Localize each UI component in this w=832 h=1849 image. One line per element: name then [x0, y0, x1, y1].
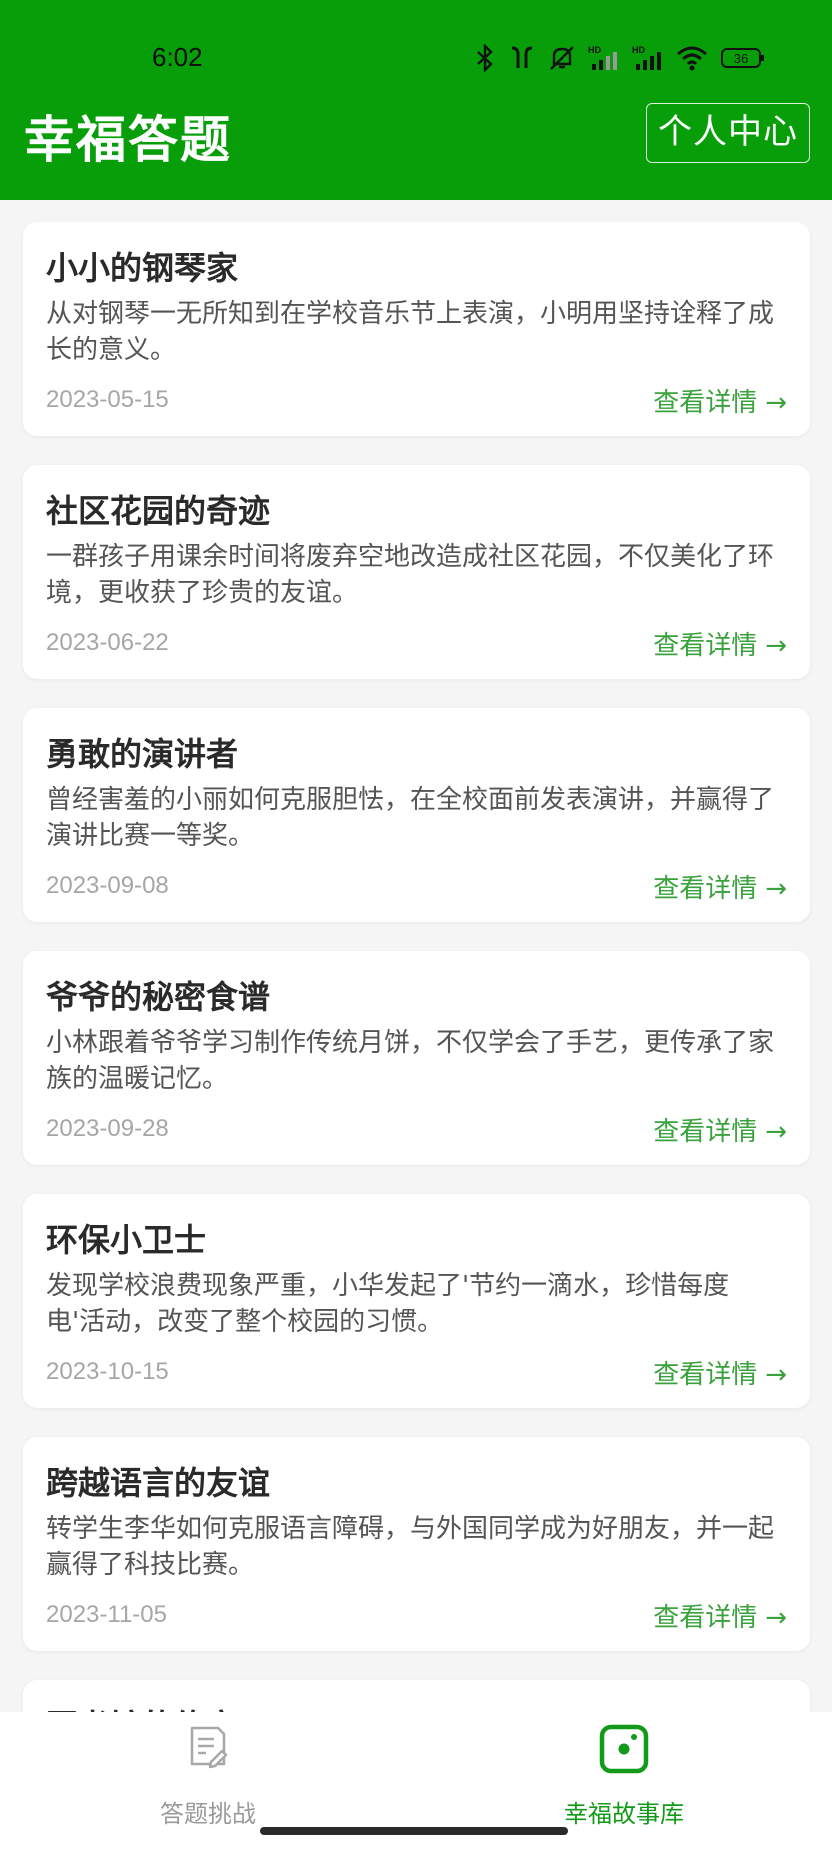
page-title: 幸福答题 [24, 111, 232, 169]
app-header: 6:02 HD HD 36 幸福答题 个人中心 [0, 0, 832, 200]
arrow-right-icon: → [765, 631, 787, 661]
view-details-label: 查看详情 [653, 1117, 758, 1147]
view-details-link[interactable]: 查看详情 → [653, 868, 787, 905]
view-details-label: 查看详情 [653, 874, 758, 904]
story-date: 2023-09-08 [46, 872, 169, 899]
tab-label: 幸福故事库 [564, 1800, 684, 1828]
bluetooth-icon [474, 44, 496, 72]
home-indicator[interactable] [260, 1827, 568, 1835]
story-card[interactable]: 环保小卫士 发现学校浪费现象严重，小华发起了'节约一滴水，珍惜每度电'活动，改变… [23, 1194, 810, 1408]
story-card[interactable]: 社区花园的奇迹 一群孩子用课余时间将废弃空地改造成社区花园，不仅美化了环境，更收… [23, 465, 810, 679]
story-summary: 从对钢琴一无所知到在学校音乐节上表演，小明用坚持诠释了成长的意义。 [46, 299, 775, 365]
signal-hd-icon: HD [632, 44, 664, 72]
earbuds-icon [508, 44, 536, 72]
view-details-label: 查看详情 [653, 631, 758, 661]
view-details-label: 查看详情 [653, 1360, 758, 1390]
view-details-link[interactable]: 查看详情 → [653, 1111, 787, 1148]
battery-icon: 36 [720, 44, 766, 72]
arrow-right-icon: → [765, 388, 787, 418]
view-details-label: 查看详情 [653, 388, 758, 418]
story-list[interactable]: 小小的钢琴家 从对钢琴一无所知到在学校音乐节上表演，小明用坚持诠释了成长的意义。… [0, 200, 832, 1712]
view-details-link[interactable]: 查看详情 → [653, 1597, 787, 1634]
story-title: 爷爷的秘密食谱 [46, 978, 271, 1016]
story-date: 2023-06-22 [46, 629, 169, 656]
svg-text:HD: HD [588, 45, 601, 55]
view-details-link[interactable]: 查看详情 → [653, 382, 787, 419]
story-card[interactable]: 勇敢的演讲者 曾经害羞的小丽如何克服胆怯，在全校面前发表演讲，并赢得了演讲比赛一… [23, 708, 810, 922]
story-card[interactable]: 小小的钢琴家 从对钢琴一无所知到在学校音乐节上表演，小明用坚持诠释了成长的意义。… [23, 222, 810, 436]
story-title: 小小的钢琴家 [46, 249, 239, 287]
story-date: 2023-09-28 [46, 1115, 169, 1142]
story-card[interactable]: 跨越语言的友谊 转学生李华如何克服语言障碍，与外国同学成为好朋友，并一起赢得了科… [23, 1437, 810, 1651]
story-title: 环保小卫士 [46, 1221, 207, 1259]
story-title: 社区花园的奇迹 [46, 492, 271, 530]
wifi-icon [676, 44, 708, 72]
app-screen: 6:02 HD HD 36 幸福答题 个人中心 小小的钢琴家 从对钢琴一无所知到… [0, 0, 832, 1849]
story-title: 勇敢的演讲者 [46, 735, 239, 773]
tab-label: 答题挑战 [160, 1800, 256, 1828]
status-bar: 6:02 HD HD 36 [0, 0, 832, 115]
arrow-right-icon: → [765, 1117, 787, 1147]
arrow-right-icon: → [765, 874, 787, 904]
story-summary: 发现学校浪费现象严重，小华发起了'节约一滴水，珍惜每度电'活动，改变了整个校园的… [46, 1271, 730, 1337]
story-summary: 曾经害羞的小丽如何克服胆怯，在全校面前发表演讲，并赢得了演讲比赛一等奖。 [46, 785, 775, 851]
story-title: 跨越语言的友谊 [46, 1464, 271, 1502]
story-summary: 转学生李华如何克服语言障碍，与外国同学成为好朋友，并一起赢得了科技比赛。 [46, 1514, 775, 1580]
story-date: 2023-05-15 [46, 386, 169, 413]
status-icons: HD HD 36 [474, 42, 784, 74]
view-details-label: 查看详情 [653, 1603, 758, 1633]
mute-icon [548, 44, 576, 72]
arrow-right-icon: → [765, 1603, 787, 1633]
arrow-right-icon: → [765, 1360, 787, 1390]
story-library-icon [599, 1724, 649, 1778]
svg-text:HD: HD [632, 45, 645, 55]
story-card[interactable]: 爷爷的秘密食谱 小林跟着爷爷学习制作传统月饼，不仅学会了手艺，更传承了家族的温暖… [23, 951, 810, 1165]
battery-level: 36 [734, 51, 748, 66]
view-details-link[interactable]: 查看详情 → [653, 1354, 787, 1391]
story-date: 2023-11-05 [46, 1601, 167, 1628]
quiz-document-icon [184, 1724, 232, 1776]
story-card[interactable]: 图书馆的约定 [23, 1680, 810, 1712]
story-title: 图书馆的约定 [46, 1701, 238, 1712]
story-date: 2023-10-15 [46, 1358, 169, 1385]
story-summary: 小林跟着爷爷学习制作传统月饼，不仅学会了手艺，更传承了家族的温暖记忆。 [46, 1028, 775, 1094]
view-details-link[interactable]: 查看详情 → [653, 625, 787, 662]
profile-button[interactable]: 个人中心 [646, 103, 810, 163]
story-summary: 一群孩子用课余时间将废弃空地改造成社区花园，不仅美化了环境，更收获了珍贵的友谊。 [46, 542, 775, 608]
status-time: 6:02 [152, 42, 203, 72]
signal-hd-icon: HD [588, 44, 620, 72]
